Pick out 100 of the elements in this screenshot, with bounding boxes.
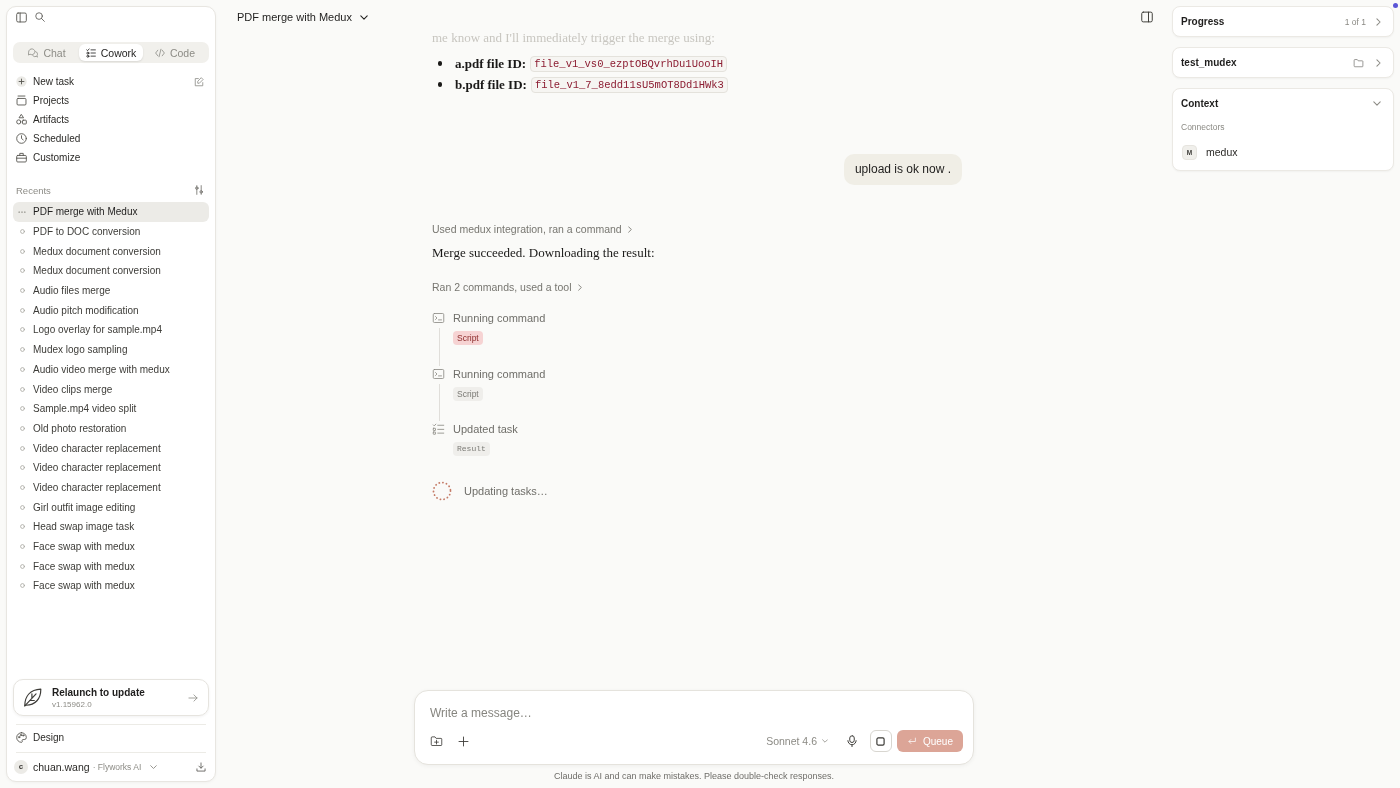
circle-icon [19,327,25,333]
circle-icon [19,544,25,550]
folder-plus-icon[interactable] [430,735,443,747]
briefcase-icon [16,152,27,163]
circle-icon [19,484,25,490]
leaf-icon [23,688,42,707]
update-title: Relaunch to update [52,685,145,699]
sliders-icon[interactable] [194,185,204,195]
conversation-title[interactable]: PDF merge with Medux [237,8,368,26]
circle-icon [19,347,25,353]
search-icon[interactable] [35,12,45,22]
recent-task-item[interactable]: Face swap with medux [13,536,209,557]
step-tag: Script [453,331,483,345]
nav-item[interactable]: Design [16,729,65,745]
recent-task-item[interactable]: Face swap with medux [13,556,209,577]
chevron-down-icon [359,14,368,20]
stop-button[interactable] [869,730,892,752]
panel-toggle-icon[interactable] [1141,11,1153,23]
step-title: Running command [453,311,546,326]
compose-icon[interactable] [194,76,204,87]
code-icon [154,47,165,58]
recent-task-item[interactable]: Sample.mp4 video split [13,398,209,419]
recent-task-item[interactable]: Head swap image task [13,517,209,537]
recent-task-item[interactable]: PDF to DOC conversion [13,221,209,242]
recent-task-item[interactable]: Video character replacement [13,477,209,498]
stack-icon [16,95,27,106]
model-selector[interactable]: Sonnet 4.6 [766,735,828,747]
nav-item[interactable]: New task [16,73,75,90]
chevron-down-icon[interactable] [1373,101,1381,106]
checklist-icon [85,47,96,58]
circle-icon [19,288,25,294]
circle-icon [19,406,25,412]
recent-task-item[interactable]: Video character replacement [13,457,209,478]
spinner-icon [432,480,452,501]
circle-icon [19,229,25,235]
section-label: Recents [16,184,51,196]
message-input[interactable]: Write a message… [430,704,963,722]
status-text: Updating tasks… [464,484,548,497]
recent-task-item[interactable]: Face swap with medux [13,576,209,596]
shapes-icon [16,114,27,125]
nav-item[interactable]: Scheduled [16,130,81,147]
microphone-icon[interactable] [845,735,858,747]
file-id-code: file_v1_7_8edd11sU5mOT8Dd1HWk3 [530,76,728,93]
recent-task-item[interactable]: Old photo restoration [13,418,209,439]
recent-task-item[interactable]: Audio pitch modification [13,300,209,321]
recent-task-item[interactable]: Logo overlay for sample.mp4 [13,320,209,340]
section-label: Connectors [1181,121,1226,134]
recent-task-item[interactable]: Medux document conversion [13,241,209,262]
dots-icon [18,210,26,214]
circle-icon [19,445,25,451]
nav-item[interactable]: Artifacts [16,111,70,128]
chevron-right-icon [627,225,632,233]
version-label: v1.15962.0 [52,698,93,710]
sidebar-toggle-icon[interactable] [16,11,27,23]
chevron-right-icon [1376,58,1381,67]
notification-dot-icon [1392,2,1398,8]
circle-icon [19,248,25,254]
circle-icon [19,366,25,372]
update-card[interactable]: Relaunch to update v1.15962.0 [13,679,209,716]
card-title: Progress [1181,16,1225,27]
card-title: Context [1181,98,1219,109]
disclaimer-text: Claude is AI and can make mistakes. Please double-check responses. [552,770,836,782]
circle-icon [19,465,25,471]
mode-tab[interactable]: Cowork [79,44,143,61]
recent-task-item[interactable]: Video character replacement [13,438,209,458]
folder-icon [1353,57,1364,68]
recent-task-item[interactable]: PDF merge with Medux [13,202,209,222]
nav-item[interactable]: Customize [16,149,81,166]
plus-circle-icon [16,76,27,87]
connector-name: medux [1206,146,1238,158]
user-message: upload is ok now . [843,154,962,185]
recent-task-item[interactable]: Medux document conversion [13,261,209,281]
recent-task-item[interactable]: Video clips merge [13,379,209,399]
chevron-right-icon [1376,17,1381,26]
progress-count: 1 of 1 [1344,16,1366,27]
download-icon[interactable] [196,762,206,772]
recent-task-item[interactable]: Audio video merge with medux [13,359,209,380]
chevron-down-icon[interactable] [150,764,158,770]
user-avatar: c [14,760,28,774]
return-icon [906,736,917,746]
project-card[interactable]: test_mudex [1172,47,1394,78]
nav-item[interactable]: Projects [16,92,70,109]
tool-summary-toggle[interactable]: Used medux integration, ran a command [432,221,632,237]
progress-card[interactable]: Progress 1 of 1 [1172,6,1394,37]
recent-task-item[interactable]: Girl outfit image editing [13,497,209,517]
tool-summary-toggle[interactable]: Ran 2 commands, used a tool [432,279,582,295]
file-id-label: b.pdf file ID: [455,76,527,93]
assistant-message: Merge succeeded. Downloading the result: [432,244,655,262]
plus-icon[interactable] [458,735,469,747]
recent-task-item[interactable]: Mudex logo sampling [13,339,209,360]
project-name: test_mudex [1181,57,1237,68]
circle-icon [19,307,25,313]
step-tag: Script [453,386,483,401]
terminal-icon [432,367,445,380]
circle-icon [19,268,25,274]
step-title: Updated task [453,422,518,437]
clock-icon [16,133,27,144]
step-title: Running command [453,366,546,382]
recent-task-item[interactable]: Audio files merge [13,280,209,301]
step-tag: Result [453,442,490,456]
